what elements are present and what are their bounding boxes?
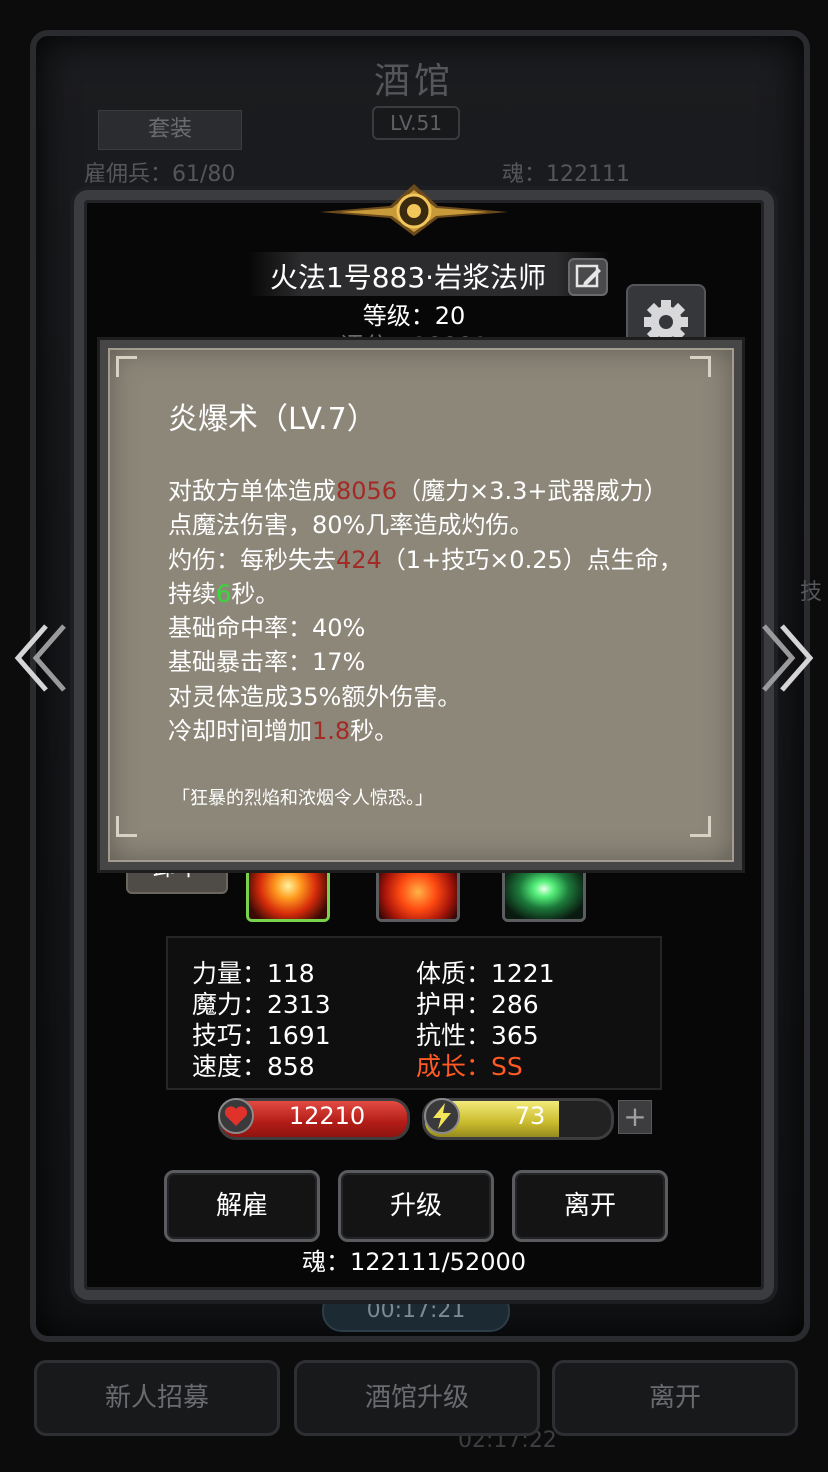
- skill-line-crit: 基础暴击率：17%: [168, 648, 366, 677]
- skill-line-spirit: 对灵体造成35%额外伤害。: [168, 682, 462, 711]
- crest-ornament-icon: [320, 184, 508, 236]
- upgrade-button[interactable]: 升级: [338, 1170, 494, 1242]
- burn-value: 424: [336, 545, 382, 574]
- tavern-leave-button: 离开: [552, 1360, 798, 1436]
- skill-flavor-quote: 「狂暴的烈焰和浓烟令人惊恐。」: [172, 788, 433, 809]
- damage-value: 8056: [336, 477, 398, 505]
- previous-hero-arrow-icon[interactable]: [12, 620, 68, 696]
- tooltip-corner: [690, 816, 711, 837]
- hero-name: 火法1号883·岩浆法师: [269, 261, 547, 294]
- side-label: 技: [800, 580, 823, 605]
- soul-cost: 魂：122111/52000: [301, 1248, 527, 1276]
- skill-line-burn: 灼伤：每秒失去424（1+技巧×0.25）点生命，持续6秒。: [168, 545, 683, 608]
- tooltip-corner: [690, 356, 711, 377]
- stat-speed: 速度：858: [192, 1052, 315, 1081]
- heart-icon: [218, 1098, 254, 1134]
- pencil-icon: [575, 264, 601, 288]
- hp-value: 12210: [288, 1102, 366, 1130]
- skill-title: 炎爆术（LV.7）: [168, 402, 377, 437]
- tavern-level-badge: LV.51: [372, 106, 460, 140]
- hero-count-label: 雇佣兵：61/80: [84, 162, 236, 187]
- leave-button[interactable]: 离开: [512, 1170, 668, 1242]
- add-energy-button[interactable]: +: [618, 1100, 652, 1134]
- tooltip-corner: [116, 816, 137, 837]
- cooldown-value: 1.8: [312, 717, 351, 746]
- burn-duration: 6: [216, 579, 232, 608]
- tavern-upgrade-button: 酒馆升级: [294, 1360, 540, 1436]
- skill-line-hit: 基础命中率：40%: [168, 614, 366, 643]
- stat-growth: 成长：SS: [416, 1052, 523, 1081]
- skill-line-cooldown: 冷却时间增加1.8秒。: [168, 717, 399, 746]
- edit-name-button[interactable]: [568, 258, 608, 296]
- skill-line-damage: 对敌方单体造成8056（魔力×3.3+武器威力）点魔法伤害，80%几率造成灼伤。: [168, 477, 668, 540]
- tavern-title: 酒馆: [373, 61, 454, 102]
- dismiss-button[interactable]: 解雇: [164, 1170, 320, 1242]
- lightning-icon: [424, 1098, 460, 1134]
- energy-value: 73: [514, 1102, 546, 1130]
- recruit-button: 新人招募: [34, 1360, 280, 1436]
- suit-button: 套装: [98, 110, 242, 150]
- soul-total-label: 魂：122111: [502, 162, 630, 187]
- tooltip-corner: [116, 356, 137, 377]
- next-hero-arrow-icon[interactable]: [760, 620, 816, 696]
- skill-description: 对敌方单体造成8056（魔力×3.3+武器威力）点魔法伤害，80%几率造成灼伤。…: [168, 474, 688, 748]
